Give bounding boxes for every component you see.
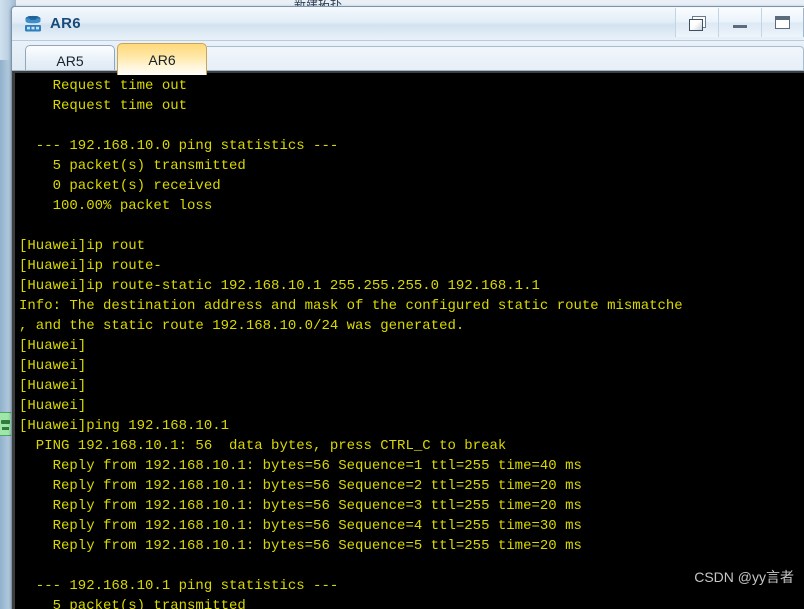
terminal-line: 0 packet(s) received xyxy=(19,178,221,194)
terminal-line: [Huawei] xyxy=(19,378,87,394)
terminal-line: Info: The destination address and mask o… xyxy=(19,298,683,314)
terminal-line: [Huawei]ping 192.168.10.1 xyxy=(19,418,230,434)
restore-icon xyxy=(689,15,706,31)
router-icon xyxy=(22,14,44,34)
terminal-line: PING 192.168.10.1: 56 data bytes, press … xyxy=(19,438,507,454)
window-title-bar[interactable]: AR6 xyxy=(12,7,804,41)
terminal-line: 5 packet(s) transmitted xyxy=(19,598,246,609)
maximize-icon xyxy=(775,16,790,29)
window-title-text: AR6 xyxy=(50,15,81,32)
tab-ar6-label: AR6 xyxy=(148,51,176,68)
terminal-line: [Huawei] xyxy=(19,398,87,414)
terminal-line: Reply from 192.168.10.1: bytes=56 Sequen… xyxy=(19,498,582,514)
screen-root: 新建拓扑 AR6 xyxy=(0,0,804,609)
terminal-frame: Request time out Request time out --- 19… xyxy=(12,70,804,609)
terminal-line: Request time out xyxy=(19,98,188,114)
terminal-line: Reply from 192.168.10.1: bytes=56 Sequen… xyxy=(19,538,582,554)
terminal-line: --- 192.168.10.1 ping statistics --- xyxy=(19,578,339,594)
desktop-left-panel-inner xyxy=(0,60,10,609)
terminal-line: Request time out xyxy=(19,78,188,94)
maximize-button[interactable] xyxy=(761,8,804,37)
terminal-line: 5 packet(s) transmitted xyxy=(19,158,246,174)
terminal-line: [Huawei] xyxy=(19,338,87,354)
terminal-line: [Huawei]ip rout xyxy=(19,238,146,254)
minimize-icon xyxy=(733,25,747,28)
tab-ar5-label: AR5 xyxy=(56,52,84,69)
terminal-output[interactable]: Request time out Request time out --- 19… xyxy=(15,73,804,609)
terminal-line: Reply from 192.168.10.1: bytes=56 Sequen… xyxy=(19,518,582,534)
terminal-line: , and the static route 192.168.10.0/24 w… xyxy=(19,318,465,334)
terminal-line: Reply from 192.168.10.1: bytes=56 Sequen… xyxy=(19,478,582,494)
restore-button[interactable] xyxy=(675,8,718,37)
terminal-line: 100.00% packet loss xyxy=(19,198,213,214)
window-controls xyxy=(675,8,804,38)
terminal-line: [Huawei] xyxy=(19,358,87,374)
minimize-button[interactable] xyxy=(718,8,761,37)
terminal-line: --- 192.168.10.0 ping statistics --- xyxy=(19,138,339,154)
terminal-line: [Huawei]ip route- xyxy=(19,258,162,274)
terminal-line: Reply from 192.168.10.1: bytes=56 Sequen… xyxy=(19,458,582,474)
terminal-line: [Huawei]ip route-static 192.168.10.1 255… xyxy=(19,278,540,294)
tab-ar6[interactable]: AR6 xyxy=(117,43,207,75)
